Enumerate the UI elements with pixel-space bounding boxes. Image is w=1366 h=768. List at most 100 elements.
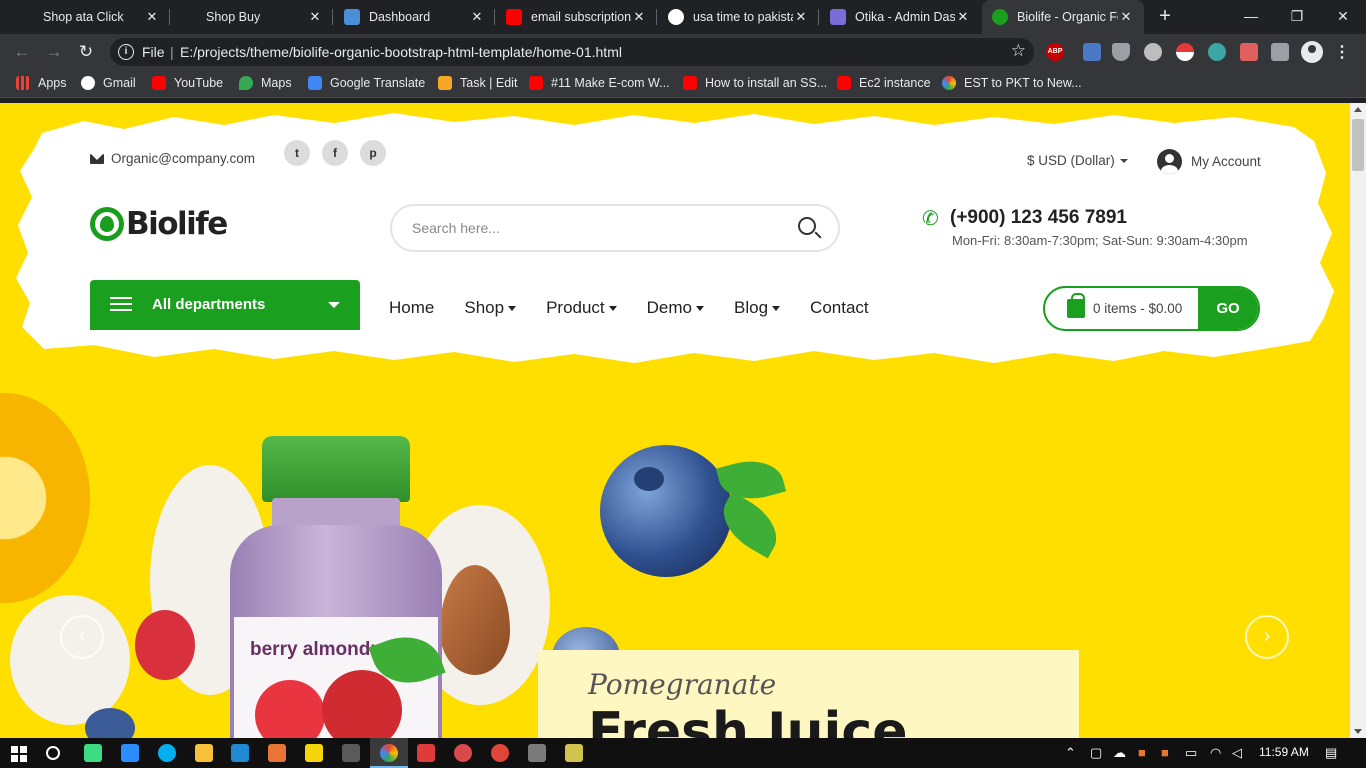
milk-splash-image [10,595,130,725]
circle-ext-icon[interactable] [1144,43,1162,61]
forward-button[interactable]: → [42,40,66,64]
tab-otika-admin[interactable]: Otika - Admin Das ✕ [820,0,981,34]
search-input[interactable]: Search here... [390,204,840,252]
scroll-down-icon[interactable] [1354,729,1362,734]
tray-device-icon[interactable]: ▢ [1090,745,1102,761]
phone-icon: ✆ [922,208,939,230]
close-icon[interactable]: ✕ [307,9,323,25]
puzzle-icon[interactable] [1271,43,1289,61]
slider-prev-button[interactable]: ‹ [60,615,104,659]
close-icon[interactable]: ✕ [793,9,809,25]
bookmark-make-ecom[interactable]: #11 Make E-com W... [529,76,670,90]
bookmark-apps[interactable]: Apps [16,76,67,90]
browser-menu-icon[interactable]: ⋮ [1334,42,1350,62]
network-tool-icon[interactable] [528,744,546,762]
git-gui-icon[interactable] [565,744,583,762]
tab-biolife[interactable]: Biolife - Organic Fo ✕ [982,0,1144,34]
sticky-notes-icon[interactable] [305,744,323,762]
scroll-up-icon[interactable] [1354,107,1362,112]
slider-next-button[interactable]: › [1245,615,1289,659]
windows-start-icon[interactable] [11,746,27,762]
vscode-icon[interactable] [231,744,249,762]
phone-number[interactable]: (+900) 123 456 7891 [950,207,1127,229]
bookmark-youtube[interactable]: YouTube [152,76,223,90]
postman-icon[interactable] [454,744,472,762]
search-icon[interactable] [46,746,60,760]
file-explorer-icon[interactable] [195,744,213,762]
maximize-button[interactable]: ❐ [1274,4,1320,28]
search-icon[interactable] [798,217,816,235]
chrome-icon[interactable] [380,744,398,762]
pokeball-ext-icon[interactable] [1176,43,1194,61]
bookmark-star-icon[interactable]: ☆ [1011,41,1026,61]
info-icon[interactable]: i [118,44,134,60]
close-window-button[interactable]: ✕ [1320,4,1366,28]
shield-ext-icon[interactable] [1112,43,1130,61]
bookmark-install-ssl[interactable]: How to install an SS... [683,76,827,90]
close-icon[interactable]: ✕ [955,9,971,25]
hex-ext-icon[interactable] [1208,43,1226,61]
close-icon[interactable]: ✕ [631,9,647,25]
app-icon[interactable] [491,744,509,762]
twitter-icon[interactable]: t [284,140,310,166]
close-icon[interactable]: ✕ [144,9,160,25]
onedrive-icon[interactable]: ☁ [1113,745,1126,761]
reload-button[interactable]: ↻ [74,40,98,64]
nav-blog[interactable]: Blog [734,298,781,318]
back-button[interactable]: ← [10,40,34,64]
page-scrollbar[interactable] [1350,103,1366,738]
minimize-button[interactable]: — [1228,4,1274,28]
zoom-icon[interactable] [121,744,139,762]
android-studio-icon[interactable] [84,744,102,762]
bookmark-google-translate[interactable]: Google Translate [308,76,425,90]
adblock-icon[interactable]: ABP [1046,43,1064,61]
nav-demo[interactable]: Demo [647,298,705,318]
address-bar[interactable]: i File | E:/projects/theme/biolife-organ… [110,38,1034,66]
tab-shop-buy[interactable]: Shop Buy ✕ [171,0,333,34]
address-url[interactable]: E:/projects/theme/biolife-organic-bootst… [180,44,622,60]
mini-cart[interactable]: 0 items - $0.00 GO [1043,286,1260,331]
cart-go-button[interactable]: GO [1198,288,1258,329]
bookmarks-bar: Apps Gmail YouTube Maps Google Translate… [0,70,1366,98]
volume-icon[interactable]: ◁ [1232,745,1242,761]
all-departments-button[interactable]: All departments [90,280,360,330]
nav-shop[interactable]: Shop [464,298,517,318]
video-ext-icon[interactable] [1240,43,1258,61]
tab-email-subscription[interactable]: email subscription ✕ [496,0,657,34]
tab-usa-time[interactable]: usa time to pakista ✕ [658,0,819,34]
bookmark-ec2-instance[interactable]: Ec2 instance [837,76,931,90]
battery-icon[interactable]: ▭ [1185,745,1197,761]
nav-home[interactable]: Home [389,298,434,318]
bookmark-maps[interactable]: Maps [239,76,292,90]
notifications-icon[interactable]: ▤ [1325,745,1337,761]
tab-dashboard[interactable]: Dashboard ✕ [334,0,495,34]
wifi-icon[interactable]: ◠ [1210,745,1221,761]
xampp-tray-icon[interactable]: ■ [1138,745,1146,760]
bookmark-gmail[interactable]: Gmail [81,76,136,90]
xampp-tray-icon[interactable]: ■ [1161,745,1169,760]
currency-selector[interactable]: $ USD (Dollar) [1027,153,1128,168]
nav-product[interactable]: Product [546,298,617,318]
anydesk-icon[interactable] [417,744,435,762]
taskbar-clock[interactable]: 11:59 AM [1259,745,1309,759]
site-logo[interactable]: Biolife [90,206,228,242]
git-icon[interactable] [342,744,360,762]
caret-down-icon [772,305,781,311]
my-account-link[interactable]: My Account [1157,149,1261,174]
pinterest-icon[interactable]: p [360,140,386,166]
tray-expand-icon[interactable]: ⌃ [1065,745,1076,761]
bookmark-task-edit[interactable]: Task | Edit [438,76,517,90]
facebook-icon[interactable]: f [322,140,348,166]
xampp-icon[interactable] [268,744,286,762]
close-icon[interactable]: ✕ [469,9,485,25]
new-tab-button[interactable]: + [1155,6,1175,26]
profile-avatar-icon[interactable] [1301,41,1323,63]
skype-icon[interactable] [158,744,176,762]
contact-email[interactable]: Organic@company.com [90,151,255,166]
tab-shop-ata-click[interactable]: Shop ata Click ✕ [0,0,170,34]
close-icon[interactable]: ✕ [1118,9,1134,25]
nav-contact[interactable]: Contact [810,298,869,318]
translate-ext-icon[interactable] [1083,43,1101,61]
scroll-thumb[interactable] [1352,119,1364,171]
bookmark-est-pkt[interactable]: EST to PKT to New... [942,76,1082,90]
